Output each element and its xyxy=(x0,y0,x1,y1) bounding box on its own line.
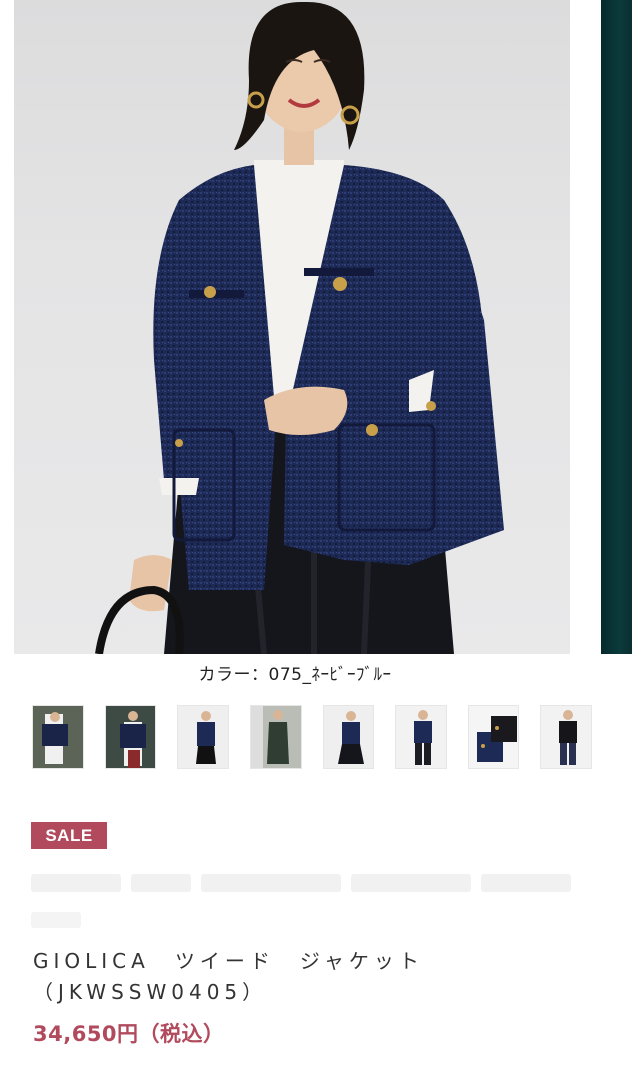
faded-promo-text xyxy=(31,868,591,898)
next-image-peek[interactable] xyxy=(601,0,632,654)
model-illustration xyxy=(95,1,504,654)
thumbnail-strip xyxy=(32,705,592,771)
thumbnail-6[interactable] xyxy=(395,705,447,769)
thumbnail-4[interactable] xyxy=(249,705,302,769)
thumbnail-7[interactable] xyxy=(467,705,520,769)
faded-promo-text-2 xyxy=(31,912,81,928)
product-name: GIOLICA ツイード ジャケット（JKWSSW0405） xyxy=(33,949,424,1004)
carousel-gap xyxy=(570,0,601,654)
thumbnail-3[interactable] xyxy=(177,705,229,769)
product-price: 34,650円（税込） xyxy=(33,1022,225,1046)
main-product-image[interactable] xyxy=(14,0,570,654)
thumbnail-1[interactable] xyxy=(32,705,84,769)
color-caption: カラー：075_ﾈｰﾋﾞｰﾌﾞﾙｰ xyxy=(198,665,392,685)
thumbnail-5[interactable] xyxy=(322,705,375,769)
thumbnail-8[interactable] xyxy=(540,705,592,769)
sale-badge: SALE xyxy=(31,822,107,849)
thumbnail-2[interactable] xyxy=(104,705,157,769)
